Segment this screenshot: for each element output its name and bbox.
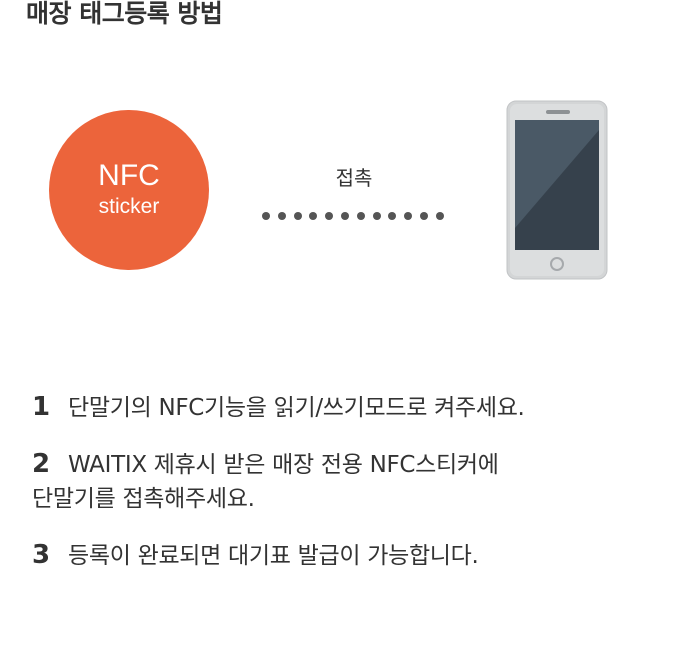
dot (262, 212, 270, 220)
nfc-diagram: NFC sticker 접촉 (0, 90, 680, 290)
dot (309, 212, 318, 220)
nfc-sticker-label: NFC (98, 159, 160, 192)
step-text: 등록이 완료되면 대기표 발급이 가능합니다. (68, 543, 479, 569)
contact-label: 접촉 (335, 166, 373, 190)
step-number: 3 (32, 540, 50, 570)
step-1: 1 단말기의 NFC기능을 읽기/쓰기모드로 켜주세요. (32, 390, 652, 425)
contact-dots (262, 212, 452, 220)
instruction-steps: 1 단말기의 NFC기능을 읽기/쓰기모드로 켜주세요. 2 WAITIX 제휴시 … (32, 390, 652, 595)
dot (435, 212, 444, 220)
step-text-line2: 단말기를 접촉해주세요. (32, 486, 255, 512)
step-2: 2 WAITIX 제휴시 받은 매장 전용 NFC스티커에 단말기를 접촉해주세요… (32, 447, 652, 516)
dot (325, 212, 334, 220)
dot (372, 212, 381, 220)
dot (404, 212, 413, 220)
dot (293, 212, 302, 220)
dot (277, 212, 286, 220)
step-number: 2 (32, 449, 50, 479)
step-text: 단말기의 NFC기능을 읽기/쓰기모드로 켜주세요. (68, 395, 525, 421)
dot (388, 212, 397, 220)
dot (341, 212, 349, 220)
step-number: 1 (32, 392, 50, 422)
nfc-sticker-badge: NFC sticker (49, 110, 209, 270)
smartphone-icon (506, 100, 608, 280)
step-3: 3 등록이 완료되면 대기표 발급이 가능합니다. (32, 538, 652, 573)
nfc-sticker-sublabel: sticker (98, 195, 160, 218)
page-title: 매장 태그등록 방법 (26, 0, 223, 28)
dot (356, 212, 365, 220)
step-text-line1: WAITIX 제휴시 받은 매장 전용 NFC스티커에 (68, 452, 499, 478)
dot (420, 212, 428, 220)
